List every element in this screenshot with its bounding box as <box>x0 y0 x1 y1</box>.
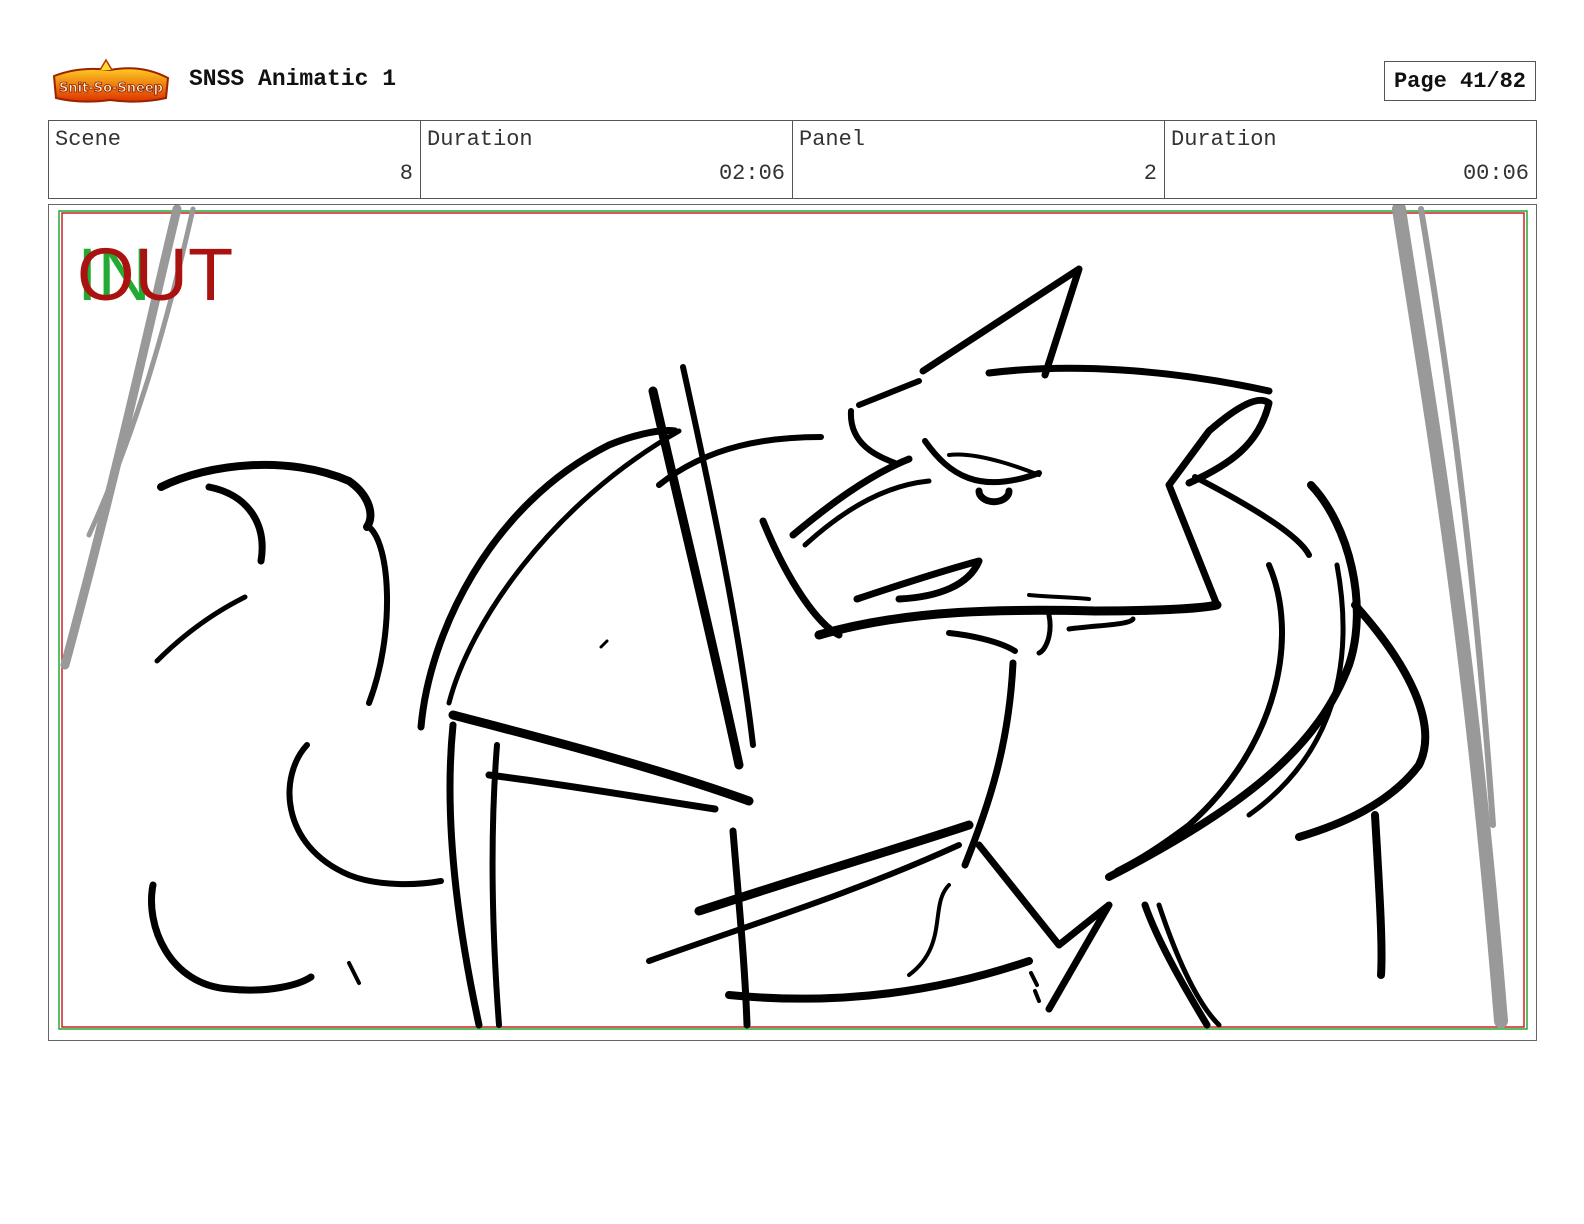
safe-frame-green <box>58 210 1528 1030</box>
wolf-sketch <box>148 265 1430 1029</box>
panel-cell: Panel 2 <box>793 121 1165 198</box>
scene-label: Scene <box>55 127 122 152</box>
curtain-right <box>1392 205 1508 1028</box>
studio-logo: Snit-So-Sneep <box>50 58 172 106</box>
svg-text:Snit-So-Sneep: Snit-So-Sneep <box>59 81 163 96</box>
scene-value: 8 <box>399 161 413 186</box>
page-indicator: Page 41/82 <box>1384 61 1536 101</box>
scene-duration-value: 02:06 <box>718 161 785 186</box>
panel-value: 2 <box>1143 161 1157 186</box>
document-title: SNSS Animatic 1 <box>189 66 397 92</box>
out-marker: OUT <box>77 233 233 316</box>
panel-duration-label: Duration <box>1171 127 1277 152</box>
panel-label: Panel <box>799 127 866 152</box>
storyboard-panel: IN OUT <box>48 204 1537 1041</box>
scene-info-table: Scene 8 Duration 02:06 Panel 2 Duration … <box>48 120 1537 199</box>
scene-duration-cell: Duration 02:06 <box>421 121 793 198</box>
panel-duration-value: 00:06 <box>1462 161 1529 186</box>
safe-frame-red <box>61 212 1525 1028</box>
panel-duration-cell: Duration 00:06 <box>1165 121 1536 198</box>
scene-duration-label: Duration <box>427 127 533 152</box>
logo-graphic: Snit-So-Sneep <box>52 58 170 103</box>
panel-drawing: IN OUT <box>58 205 1528 1030</box>
scene-cell: Scene 8 <box>49 121 421 198</box>
